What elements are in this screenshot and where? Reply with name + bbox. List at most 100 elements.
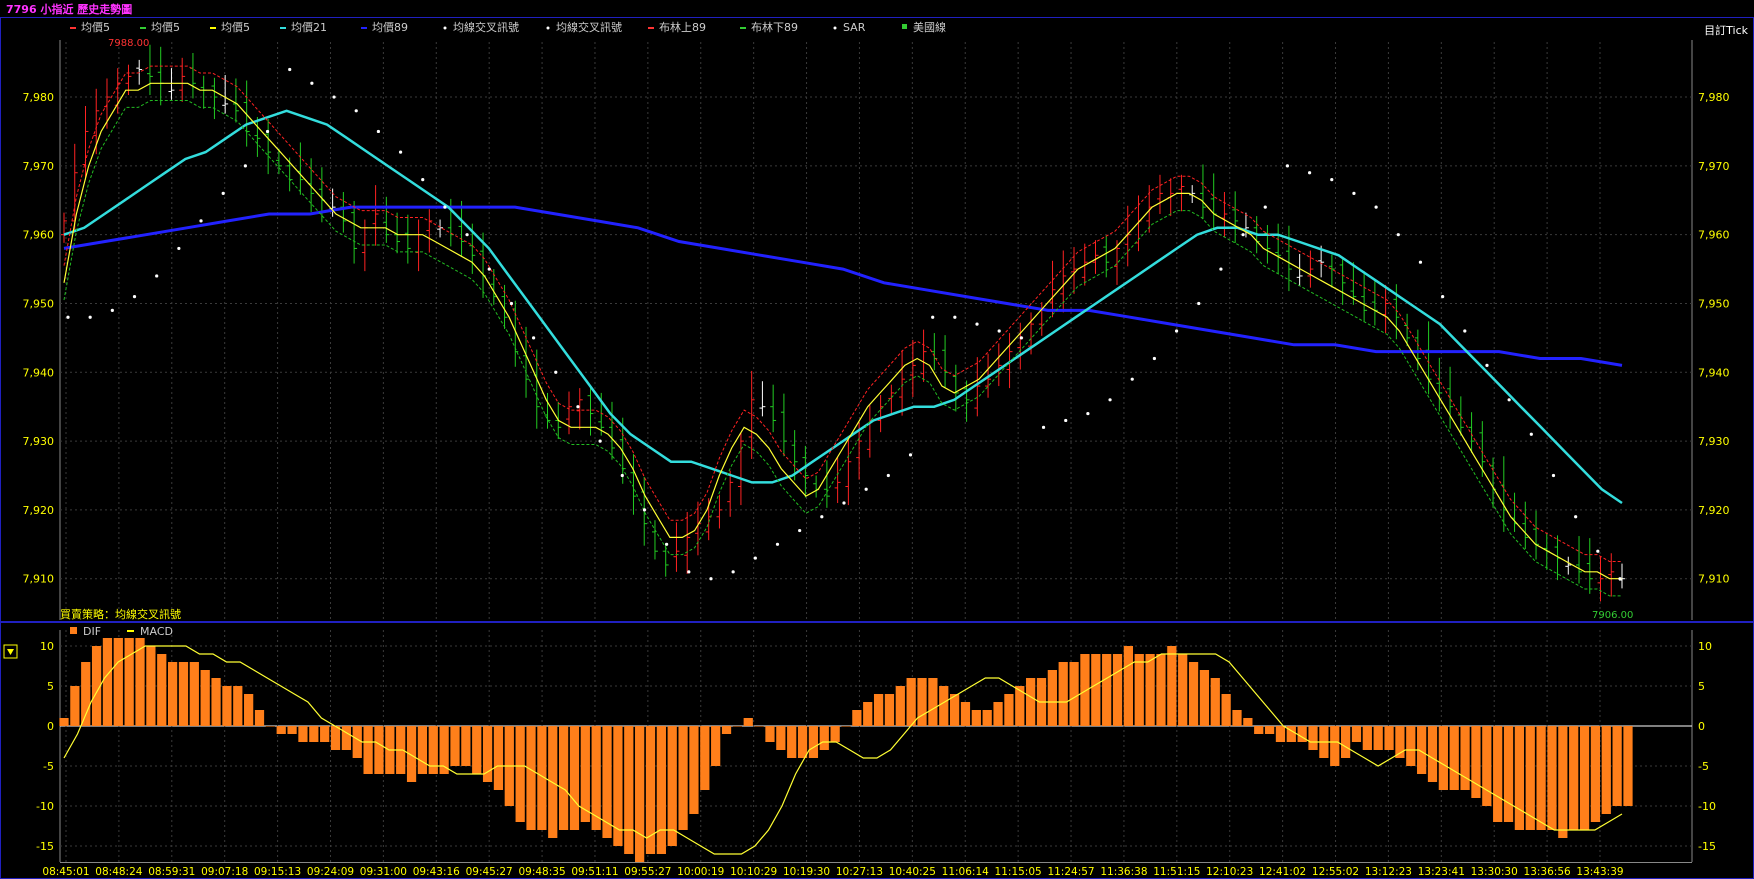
dif-bar xyxy=(797,726,808,758)
dif-bar xyxy=(363,726,373,774)
dif-bar xyxy=(1102,654,1112,726)
x-tick-label: 08:59:31 xyxy=(148,866,195,878)
sar-point xyxy=(199,219,203,223)
dif-bar xyxy=(1384,726,1394,750)
legend-label: 均線交叉訊號 xyxy=(453,20,519,34)
main-ytick-left: 7,970 xyxy=(23,160,55,173)
sar-point xyxy=(1418,260,1423,264)
sar-point xyxy=(1041,425,1046,429)
main-ytick-right: 7,910 xyxy=(1698,573,1730,586)
sar-point xyxy=(532,336,536,340)
sar-point xyxy=(1463,329,1467,333)
sar-point xyxy=(155,274,159,278)
dif-bar xyxy=(298,726,308,742)
dif-bar xyxy=(1308,726,1318,750)
sar-point xyxy=(731,570,735,574)
main-ytick-left: 7,980 xyxy=(23,91,55,104)
dif-bar xyxy=(1254,726,1264,734)
sar-point xyxy=(1308,171,1312,175)
x-tick-label: 13:23:41 xyxy=(1418,866,1465,878)
macd-legend-marker xyxy=(70,627,77,634)
legend-label: 均價89 xyxy=(372,20,408,34)
legend-marker xyxy=(833,26,837,30)
dif-bar xyxy=(254,710,265,726)
max-price-label: 7988.00 xyxy=(108,38,149,49)
dif-bar xyxy=(1123,646,1134,726)
dif-bar xyxy=(146,646,156,726)
legend-label: 布林下89 xyxy=(751,20,798,34)
main-ytick-left: 7,910 xyxy=(23,573,55,586)
ma89-line xyxy=(63,205,1623,367)
dif-bar xyxy=(1156,654,1166,726)
legend-label: 均線交叉訊號 xyxy=(556,20,622,34)
legend-label: 均價5 xyxy=(221,20,250,34)
dif-bar xyxy=(841,726,851,727)
dif-bar xyxy=(70,686,80,726)
dif-bar xyxy=(1167,646,1177,726)
chart-canvas: 7,910 7,910 7,920 7,920 7,930 7,930 7,940 7,940… xyxy=(0,0,1754,879)
sar-point xyxy=(1330,178,1334,182)
macd-ytick-left: 5 xyxy=(47,680,54,693)
dif-bar xyxy=(1612,726,1622,806)
dif-bar xyxy=(417,726,428,774)
dif-bar xyxy=(450,726,460,766)
macd-legend-label: MACD xyxy=(140,625,173,638)
dif-bar xyxy=(852,710,862,726)
sar-point xyxy=(1086,411,1090,416)
dif-bar xyxy=(1362,726,1372,750)
main-ytick-right: 7,930 xyxy=(1698,435,1730,448)
dif-bar xyxy=(167,662,178,726)
dif-bar xyxy=(906,678,916,726)
dif-bar xyxy=(1145,654,1155,726)
strategy-label: 買賣策略：均線交叉訊號 xyxy=(60,607,181,621)
dif-bar xyxy=(352,726,362,758)
dif-bar xyxy=(689,726,699,814)
dif-bar xyxy=(667,726,677,846)
macd-ytick-left: 0 xyxy=(47,720,54,733)
dif-bar xyxy=(81,662,91,726)
main-ytick-right: 7,920 xyxy=(1698,504,1730,517)
main-ytick-left: 7,930 xyxy=(23,435,55,448)
legend-label: SAR xyxy=(843,21,866,34)
sar-point xyxy=(1396,233,1400,237)
dif-bar xyxy=(928,678,938,726)
sar-point xyxy=(1174,329,1179,333)
dif-bar xyxy=(1188,662,1199,726)
x-tick-label: 09:15:13 xyxy=(254,866,301,878)
dif-bar xyxy=(558,726,569,830)
sar-point xyxy=(1596,549,1600,553)
dif-bar xyxy=(960,702,971,726)
sar-point xyxy=(265,129,270,134)
macd-ytick-right: 10 xyxy=(1698,640,1712,653)
sar-point xyxy=(1374,205,1378,209)
main-ytick-right: 7,970 xyxy=(1698,160,1730,173)
dif-bar xyxy=(1047,670,1057,726)
dif-bar xyxy=(102,638,113,726)
dif-bar xyxy=(1514,726,1525,830)
dif-bar xyxy=(113,638,123,726)
dif-bar xyxy=(700,726,710,790)
dif-bar xyxy=(971,710,981,726)
dif-bar xyxy=(276,726,286,734)
dif-bar xyxy=(1601,726,1611,814)
sar-point xyxy=(908,453,913,457)
x-tick-label: 10:00:19 xyxy=(677,866,724,878)
macd-ytick-left: -15 xyxy=(36,840,54,853)
x-tick-label: 12:10:23 xyxy=(1206,866,1253,878)
sar-point xyxy=(487,267,491,271)
x-tick-label: 09:07:18 xyxy=(201,866,248,878)
dif-bar xyxy=(1091,654,1101,726)
dif-bar xyxy=(993,702,1003,726)
sar-point xyxy=(1574,515,1578,519)
sar-point xyxy=(753,556,757,560)
macd-ytick-left: -10 xyxy=(36,800,54,813)
dif-bar xyxy=(287,726,297,734)
dif-bar xyxy=(1569,726,1579,830)
x-tick-label: 09:45:27 xyxy=(466,866,513,878)
x-tick-label: 09:43:16 xyxy=(413,866,460,878)
dif-bar xyxy=(656,726,666,854)
sar-point xyxy=(665,542,669,546)
main-ytick-left: 7,960 xyxy=(23,229,55,242)
x-tick-label: 09:55:27 xyxy=(624,866,671,878)
sar-point xyxy=(1263,205,1267,209)
